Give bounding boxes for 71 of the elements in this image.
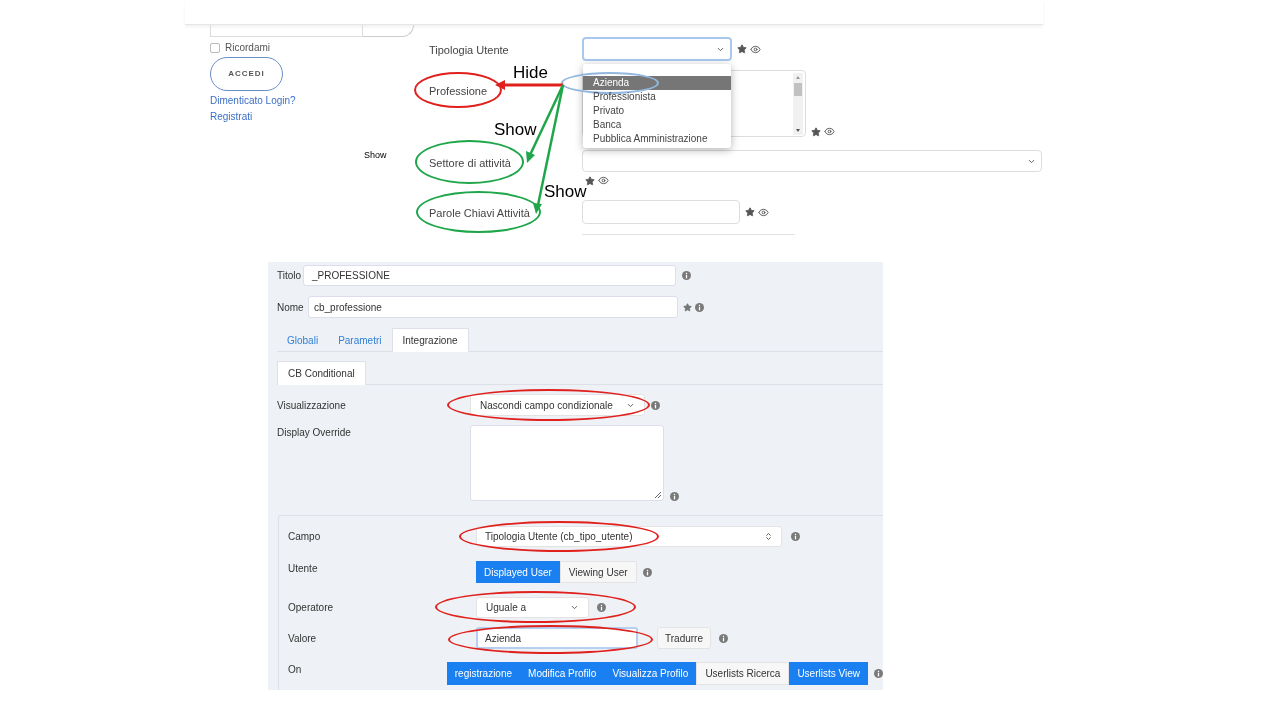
dropdown-option[interactable]: Privato [583, 104, 731, 118]
field-label: Campo [288, 530, 322, 544]
field-label: Parole Chiavi Attività [429, 207, 530, 219]
star-icon [585, 175, 595, 186]
tab[interactable]: Integrazione [391, 328, 469, 352]
toggle-button[interactable]: Viewing User [559, 561, 637, 583]
info-icon [682, 271, 691, 280]
chevron-icon [570, 603, 579, 612]
info-icon [651, 400, 660, 410]
field-label: Valore [288, 631, 318, 646]
tab[interactable]: CB Conditional [277, 361, 366, 385]
tab[interactable]: Parametri [328, 328, 392, 352]
translate-button[interactable]: Tradurre [657, 627, 711, 649]
toggle-button[interactable]: Userlists View [789, 662, 868, 685]
dropdown-option[interactable]: Pubblica Amministrazione [583, 132, 731, 146]
field-label: On [288, 663, 303, 677]
checkbox[interactable] [210, 42, 220, 53]
toggle-button[interactable]: Modifica Profilo [520, 662, 605, 685]
info-icon [719, 633, 728, 643]
info-icon [670, 492, 679, 501]
updown-icon [764, 532, 773, 541]
slide-label: Show [544, 181, 587, 203]
toggle-button[interactable]: Userlists Ricerca [696, 662, 790, 685]
star-icon [745, 207, 755, 217]
dropdown-option[interactable]: Professionista [583, 90, 731, 104]
star-icon [737, 44, 747, 54]
toggle-button[interactable]: registrazione [446, 662, 521, 685]
slide-label: Hide [513, 62, 548, 84]
checkbox-label: Ricordami [225, 41, 270, 55]
star-icon [811, 126, 821, 137]
select-field[interactable]: Tipologia Utente (cb_tipo_utente) [476, 526, 782, 547]
select-field[interactable] [582, 150, 1042, 172]
text-input[interactable]: Azienda [476, 627, 638, 649]
textarea-field[interactable] [470, 425, 664, 501]
eye-icon [750, 43, 761, 55]
field-label: Professione [429, 85, 488, 97]
select-field[interactable]: Uguale a [476, 597, 589, 618]
field-label: Titolo [277, 269, 303, 283]
eye-icon [824, 126, 835, 137]
info-icon [874, 669, 883, 678]
field-label: Utente [288, 562, 319, 576]
link[interactable]: Registrati [210, 110, 253, 124]
text-input[interactable] [582, 200, 740, 224]
info-icon [642, 567, 652, 577]
field-label: Display Override [277, 426, 352, 440]
scrollbar[interactable] [793, 73, 803, 135]
link[interactable]: Dimenticato Login? [210, 94, 296, 108]
text-input[interactable] [210, 25, 363, 37]
slide-label: Show [494, 119, 537, 141]
field-label: Settore di attività [429, 157, 511, 169]
text-input[interactable]: _PROFESSIONE [303, 265, 676, 286]
select-field[interactable]: Nascondi campo condizionale [470, 394, 645, 416]
info-icon [695, 302, 704, 312]
hide-arrow [495, 80, 563, 90]
info-icon [597, 603, 606, 612]
select-field[interactable] [582, 37, 732, 61]
eye-icon [598, 175, 609, 186]
field-label: Tipologia Utente [429, 44, 509, 56]
field-label: Operatore [288, 601, 335, 615]
info-icon [791, 532, 800, 541]
slide-label: Show [364, 149, 387, 162]
eye-icon [758, 206, 769, 218]
toggle-button[interactable]: Visualizza Profilo [604, 662, 697, 685]
dropdown-option[interactable]: Azienda [583, 76, 731, 90]
tab[interactable]: Globali [277, 328, 329, 352]
field-label: Visualizzazione [277, 398, 347, 413]
resize-grip-icon [655, 492, 661, 498]
text-input[interactable]: cb_professione [308, 296, 678, 318]
field-label: Nome [277, 300, 305, 315]
dropdown-option[interactable]: Banca [583, 118, 731, 132]
toggle-button[interactable]: Displayed User [476, 561, 560, 583]
